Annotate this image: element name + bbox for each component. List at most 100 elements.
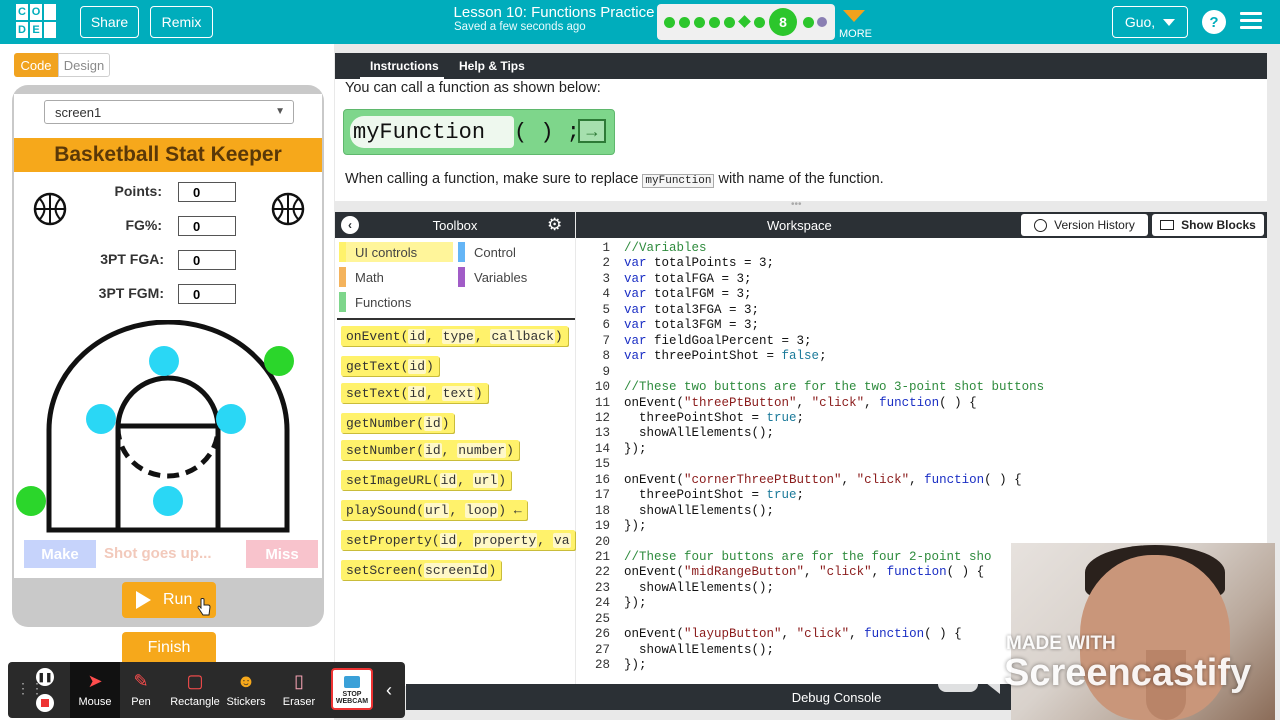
user-menu-button[interactable]: Guo, [1112,6,1188,38]
layup-button[interactable] [153,486,183,516]
code-line[interactable]: }); [624,442,647,456]
design-mode-tab[interactable]: Design [58,53,110,77]
mid-range-button-right[interactable] [216,404,246,434]
instruction-text: You can call a function as shown below: [345,80,601,96]
code-line[interactable]: //These four buttons are for the four 2-… [624,550,992,564]
code-line[interactable]: var totalFGM = 3; [624,287,752,301]
block-gettext[interactable]: getText(id) [341,356,439,376]
resize-handle[interactable]: ••• [791,200,811,210]
line-number: 26 [594,627,610,642]
tab-help-tips[interactable]: Help & Tips [459,53,525,79]
tool-stickers[interactable]: ☻ Stickers [222,662,270,718]
corner-three-pt-button[interactable] [264,346,294,376]
block-settext[interactable]: setText(id, text) [341,383,488,403]
code-line[interactable]: var totalFGA = 3; [624,272,752,286]
tab-instructions[interactable]: Instructions [370,53,439,79]
more-chevron-icon[interactable] [843,10,865,22]
tool-rectangle[interactable]: ▢ Rectangle [168,662,222,718]
share-button[interactable]: Share [80,6,139,38]
block-setimageurl[interactable]: setImageURL(id, url) [341,470,512,490]
basketball-icon [33,192,67,226]
stop-icon[interactable] [36,694,54,712]
code-line[interactable]: showAllElements(); [624,504,774,518]
miss-button[interactable]: Miss [246,540,318,568]
collapse-toolbox-icon[interactable]: ‹ [341,216,359,234]
level-dot[interactable] [754,17,765,28]
code-line[interactable]: var threePointShot = false; [624,349,827,363]
code-line[interactable]: //Variables [624,241,707,255]
code-org-logo[interactable]: C O D E [16,4,56,40]
tool-pen[interactable]: ✎ Pen [116,662,166,718]
level-dot[interactable] [724,17,735,28]
screen-select[interactable]: screen1 ▼ [44,100,294,124]
mid-range-button-left[interactable] [86,404,116,434]
version-history-button[interactable]: Version History [1021,214,1148,236]
show-blocks-button[interactable]: Show Blocks [1152,214,1264,236]
line-number: 14 [594,441,610,456]
app-title: Basketball Stat Keeper [14,138,322,172]
category-ui-controls[interactable]: UI controls [339,242,453,262]
level-diamond[interactable] [738,15,751,28]
level-dot[interactable] [709,17,720,28]
clock-icon [1034,218,1048,232]
tool-mouse[interactable]: ➤ Mouse [70,662,120,718]
three-pt-button[interactable] [149,346,179,376]
gear-icon[interactable]: ⚙ [547,215,562,235]
screencastify-logo-icon [938,656,1000,694]
blocks-icon [1160,220,1175,230]
code-line[interactable]: threePointShot = true; [624,411,804,425]
pause-icon[interactable]: ❚❚ [36,668,54,686]
current-level[interactable]: 8 [769,8,797,36]
code-line[interactable]: }); [624,519,647,533]
tool-eraser[interactable]: ▯ Eraser [274,662,324,718]
code-line[interactable]: onEvent("midRangeButton", "click", funct… [624,565,984,579]
category-control[interactable]: Control [458,242,516,262]
code-line[interactable]: var total3FGM = 3; [624,318,759,332]
help-icon[interactable]: ? [1202,10,1226,34]
function-name: myFunction [350,116,514,148]
category-math[interactable]: Math [339,267,384,287]
make-button[interactable]: Make [24,540,96,568]
category-variables[interactable]: Variables [458,267,527,287]
code-line[interactable]: onEvent("threePtButton", "click", functi… [624,396,977,410]
corner-three-left-button[interactable] [16,486,46,516]
level-dot[interactable] [694,17,705,28]
block-playsound[interactable]: playSound(url, loop) ← [341,500,527,520]
code-line[interactable]: onEvent("cornerThreePtButton", "click", … [624,473,1022,487]
code-line[interactable]: var total3FGA = 3; [624,303,759,317]
play-icon [136,591,151,609]
level-dot[interactable] [803,17,814,28]
code-line[interactable]: showAllElements(); [624,426,774,440]
block-setproperty[interactable]: setProperty(id, property, va [341,530,575,550]
code-line[interactable]: threePointShot = true; [624,488,804,502]
code-line[interactable]: }); [624,658,647,672]
code-mode-tab[interactable]: Code [14,53,58,77]
stop-webcam-button[interactable]: STOP WEBCAM [331,668,373,710]
code-line[interactable]: //These two buttons are for the two 3-po… [624,380,1044,394]
block-getnumber[interactable]: getNumber(id) [341,413,455,433]
code-line[interactable]: onEvent("layupButton", "click", function… [624,627,962,641]
level-dot[interactable] [664,17,675,28]
function-parens: ( ) ; [514,119,581,145]
code-line[interactable]: showAllElements(); [624,581,774,595]
code-line[interactable]: var totalPoints = 3; [624,256,774,270]
level-dot-assessment[interactable] [817,17,827,27]
level-dot[interactable] [679,17,690,28]
more-label[interactable]: MORE [839,28,872,40]
code-line[interactable]: showAllElements(); [624,643,774,657]
code-line[interactable]: var fieldGoalPercent = 3; [624,334,812,348]
line-number: 5 [602,302,610,317]
block-setnumber[interactable]: setNumber(id, number) [341,440,519,460]
code-line[interactable]: }); [624,596,647,610]
category-functions[interactable]: Functions [339,292,411,312]
collapse-toolbar-icon[interactable]: ‹ [386,680,392,701]
line-number: 6 [602,318,610,333]
block-onevent[interactable]: onEvent(id, type, callback) [341,326,568,346]
remix-button[interactable]: Remix [150,6,213,38]
basketball-icon [271,192,305,226]
block-setscreen[interactable]: setScreen(screenId) [341,560,502,580]
line-number: 1 [602,241,610,255]
instructions-header: Instructions Help & Tips [335,53,1267,79]
hamburger-menu-icon[interactable] [1240,12,1262,30]
finish-button[interactable]: Finish [122,632,216,664]
